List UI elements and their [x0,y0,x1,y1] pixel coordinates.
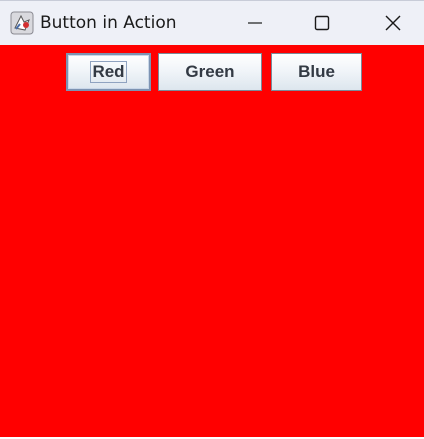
java-app-icon[interactable] [10,11,34,35]
green-button-label: Green [185,62,235,81]
red-button[interactable]: Red [66,53,151,91]
minimize-icon [248,22,262,24]
window-title: Button in Action [40,13,177,33]
close-icon [385,15,401,31]
app-window: Button in Action Red Green Blue [0,0,424,439]
close-button[interactable] [370,1,416,45]
red-button-label: Red [90,61,127,83]
green-button[interactable]: Green [158,53,262,91]
blue-button-label: Blue [298,62,335,81]
maximize-icon [314,15,330,31]
title-bar[interactable]: Button in Action [0,0,424,45]
blue-button[interactable]: Blue [271,53,362,91]
minimize-button[interactable] [232,1,278,45]
maximize-button[interactable] [299,1,345,45]
color-panel: Red Green Blue [0,45,424,437]
